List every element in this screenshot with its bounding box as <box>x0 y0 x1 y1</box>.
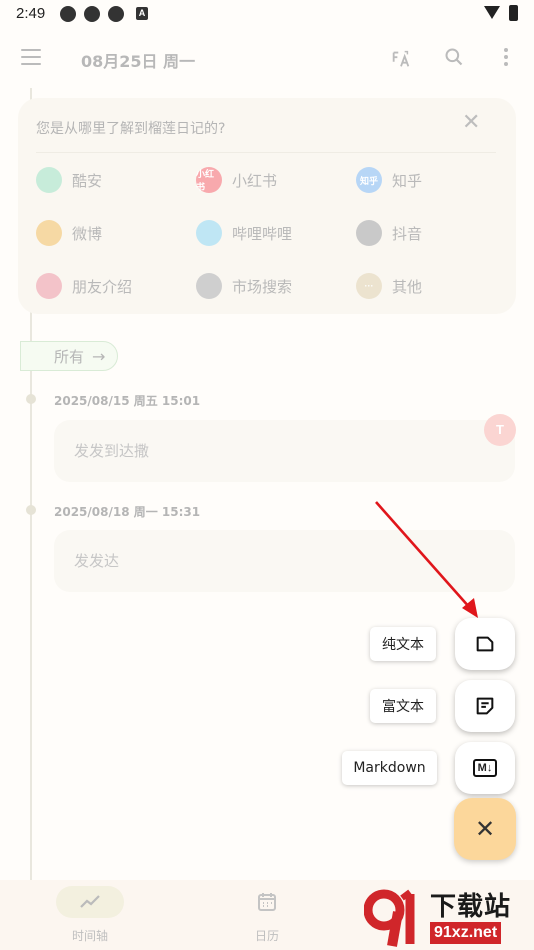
zhihu-icon: 知乎 <box>356 167 382 193</box>
close-icon[interactable]: ✕ <box>462 112 480 134</box>
survey-option[interactable]: 市场搜索 <box>196 272 292 300</box>
friends-icon <box>36 273 62 299</box>
survey-option-label: 酷安 <box>72 171 103 190</box>
coolapk-icon <box>36 167 62 193</box>
survey-card: 您是从哪里了解到榴莲日记的? ✕ 酷安 小红书 小红书 知乎 知乎微博 哔哩哔哩 抖音朋友介… <box>18 98 516 314</box>
notification-app-icon <box>108 6 124 22</box>
weibo-icon <box>36 220 62 246</box>
fab-label-markdown[interactable]: Markdown <box>342 751 437 785</box>
more-icon: ··· <box>356 273 382 299</box>
nav-label: 日历 <box>254 929 279 943</box>
status-bar: 2:49 A <box>0 0 534 28</box>
survey-option[interactable]: 小红书 小红书 <box>196 166 277 194</box>
xiaohongshu-icon: 小红书 <box>196 167 222 193</box>
survey-option[interactable]: ··· 其他 <box>356 272 422 300</box>
annotation-arrow <box>375 501 478 618</box>
nav-calendar[interactable]: 日历 <box>197 880 337 950</box>
survey-option-label: 哔哩哔哩 <box>232 224 293 243</box>
survey-option-label: 其他 <box>392 277 423 296</box>
entry-date: 2025/08/18 周一 15:31 <box>54 505 201 519</box>
entry-text: 发发达 <box>74 552 120 570</box>
watermark-title: 下载站 <box>430 892 512 922</box>
nav-label: 时间轴 <box>71 929 108 943</box>
search-icon[interactable] <box>444 47 464 67</box>
divider <box>36 152 496 153</box>
douyin-icon <box>356 220 382 246</box>
markdown-icon: M↓ <box>472 759 498 777</box>
survey-question: 您是从哪里了解到榴莲日记的? <box>36 121 226 137</box>
watermark: 下载站 91xz.net <box>362 882 534 950</box>
fab-label-rich-text[interactable]: 富文本 <box>370 689 436 723</box>
notification-a-icon: A <box>136 7 148 20</box>
survey-option-label: 知乎 <box>392 171 423 190</box>
rich-text-button[interactable] <box>455 680 515 732</box>
text-type-badge: T <box>484 414 516 446</box>
search-icon <box>196 273 222 299</box>
rich-text-icon <box>476 697 494 715</box>
entry-text: 发发到达撒 <box>74 442 150 460</box>
translate-icon[interactable] <box>390 48 412 70</box>
survey-option[interactable]: 酷安 <box>36 166 102 194</box>
bilibili-icon <box>196 220 222 246</box>
wifi-icon <box>484 6 500 19</box>
app-bar: 08月25日 周一 <box>0 36 534 80</box>
survey-option[interactable]: 哔哩哔哩 <box>196 219 292 247</box>
plain-text-button[interactable] <box>455 618 515 670</box>
survey-option-label: 小红书 <box>232 171 278 190</box>
entry-card[interactable]: 发发到达撒 <box>54 420 515 482</box>
menu-icon[interactable] <box>21 49 41 65</box>
survey-option-label: 抖音 <box>392 224 423 243</box>
entry-date: 2025/08/15 周五 15:01 <box>54 394 201 408</box>
battery-icon <box>509 5 518 21</box>
timeline-dot <box>26 505 36 515</box>
filter-label: 所有 <box>54 347 85 366</box>
notification-app-icon <box>60 6 76 22</box>
survey-option[interactable]: 朋友介绍 <box>36 272 132 300</box>
page-title[interactable]: 08月25日 周一 <box>81 48 195 72</box>
watermark-logo-icon <box>364 889 415 947</box>
timeline-dot <box>26 394 36 404</box>
plain-text-icon <box>476 636 494 652</box>
fab-label-plain-text[interactable]: 纯文本 <box>370 627 436 661</box>
close-icon: ✕ <box>474 815 496 843</box>
survey-option-label: 微博 <box>72 224 103 243</box>
arrow-right-icon: → <box>92 346 106 366</box>
calendar-icon <box>258 893 276 911</box>
survey-option[interactable]: 抖音 <box>356 219 422 247</box>
nav-timeline[interactable]: 时间轴 <box>20 880 160 950</box>
notification-app-icon <box>84 6 100 22</box>
timeline-icon <box>80 895 100 908</box>
survey-option-label: 朋友介绍 <box>72 277 133 296</box>
markdown-button[interactable]: M↓ <box>455 742 515 794</box>
filter-chip[interactable]: 所有 → <box>20 341 118 371</box>
more-icon[interactable] <box>504 48 510 68</box>
survey-option[interactable]: 微博 <box>36 219 102 247</box>
close-fab-button[interactable]: ✕ <box>454 798 516 860</box>
status-time: 2:49 <box>16 5 46 22</box>
watermark-url: 91xz.net <box>430 922 502 944</box>
survey-option-label: 市场搜索 <box>232 277 293 296</box>
survey-option[interactable]: 知乎 知乎 <box>356 166 422 194</box>
